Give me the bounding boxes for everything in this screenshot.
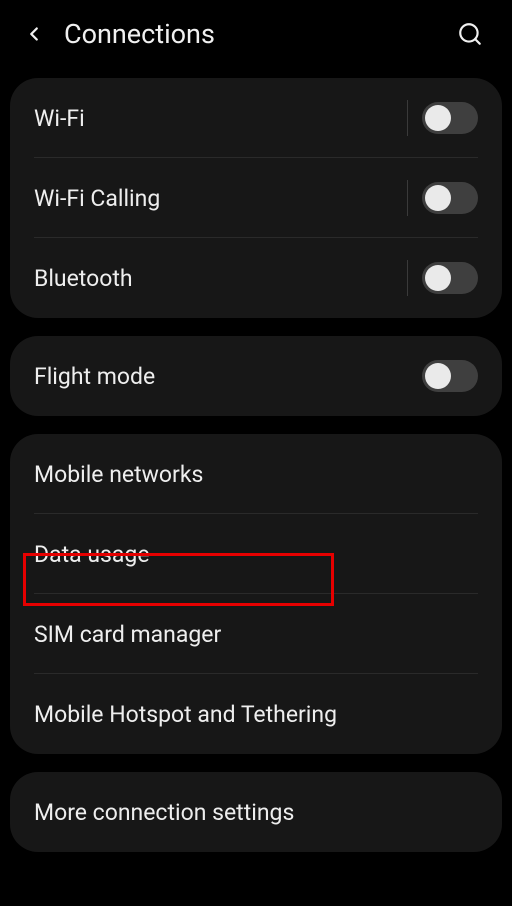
header: Connections [0, 0, 512, 68]
sim-card-manager-row[interactable]: SIM card manager [10, 594, 502, 674]
divider [407, 260, 408, 296]
toggle-knob [425, 265, 451, 291]
row-label: Wi-Fi Calling [34, 185, 407, 212]
row-label: Wi-Fi [34, 105, 407, 132]
page-title: Connections [64, 18, 448, 50]
bluetooth-row[interactable]: Bluetooth [10, 238, 502, 318]
settings-group: More connection settings [10, 772, 502, 852]
settings-group: Wi-Fi Wi-Fi Calling Bluetooth [10, 78, 502, 318]
settings-group: Mobile networks Data usage SIM card mana… [10, 434, 502, 754]
divider [407, 100, 408, 136]
back-button[interactable] [12, 12, 56, 56]
row-label: Mobile Hotspot and Tethering [34, 701, 478, 728]
flight-mode-row[interactable]: Flight mode [10, 336, 502, 416]
divider [407, 180, 408, 216]
wifi-calling-row[interactable]: Wi-Fi Calling [10, 158, 502, 238]
wifi-toggle[interactable] [422, 102, 478, 134]
search-button[interactable] [448, 12, 492, 56]
mobile-hotspot-row[interactable]: Mobile Hotspot and Tethering [10, 674, 502, 754]
search-icon [457, 21, 483, 47]
wifi-row[interactable]: Wi-Fi [10, 78, 502, 158]
data-usage-row[interactable]: Data usage [10, 514, 502, 594]
toggle-knob [425, 105, 451, 131]
row-label: Bluetooth [34, 265, 407, 292]
mobile-networks-row[interactable]: Mobile networks [10, 434, 502, 514]
toggle-knob [425, 363, 451, 389]
chevron-left-icon [23, 23, 45, 45]
content: Wi-Fi Wi-Fi Calling Bluetooth Flight mod… [0, 68, 512, 852]
flight-mode-toggle[interactable] [422, 360, 478, 392]
row-label: Flight mode [34, 363, 422, 390]
wifi-calling-toggle[interactable] [422, 182, 478, 214]
more-connection-settings-row[interactable]: More connection settings [10, 772, 502, 852]
toggle-knob [425, 185, 451, 211]
row-label: SIM card manager [34, 621, 478, 648]
row-label: Data usage [34, 541, 478, 568]
settings-group: Flight mode [10, 336, 502, 416]
bluetooth-toggle[interactable] [422, 262, 478, 294]
row-label: Mobile networks [34, 461, 478, 488]
row-label: More connection settings [34, 799, 478, 826]
